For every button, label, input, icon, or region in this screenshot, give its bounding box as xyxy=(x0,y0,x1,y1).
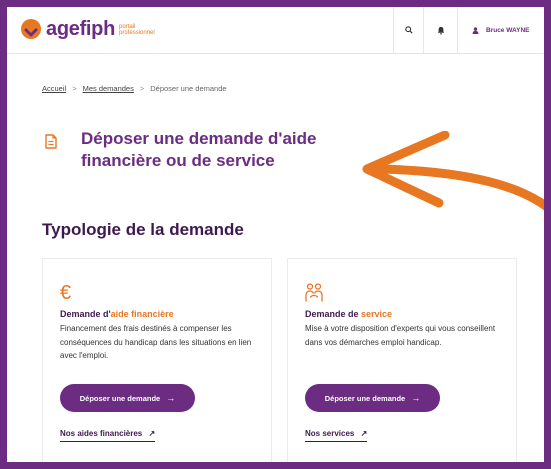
breadcrumb: Accueil > Mes demandes > Déposer une dem… xyxy=(42,84,227,93)
arrow-right-icon: → xyxy=(166,393,176,403)
cta-label: Déposer une demande xyxy=(79,393,161,403)
financial-aid-card: € Demande d'aide financière Financement … xyxy=(42,258,272,462)
link-label: Nos aides financières xyxy=(60,429,143,438)
app-frame: agefiph portail professionnel Bruce WAYN… xyxy=(7,7,544,462)
page-title: Déposer une demande d'aide financière ou… xyxy=(81,128,371,172)
euro-icon: € xyxy=(60,282,72,304)
financial-aids-link[interactable]: Nos aides financières ↗ xyxy=(60,429,156,442)
document-icon xyxy=(45,134,57,149)
section-title: Typologie de la demande xyxy=(42,220,244,239)
card-description: Financement des frais destinés à compens… xyxy=(60,324,252,360)
user-icon xyxy=(472,26,479,34)
user-name: Bruce WAYNE xyxy=(486,26,530,34)
external-link-icon: ↗ xyxy=(148,429,156,438)
card-description: Mise à votre disposition d'experts qui v… xyxy=(305,324,496,347)
cta-label: Déposer une demande xyxy=(324,393,406,403)
logo-text: agefiph xyxy=(46,18,116,40)
logo-subtitle: portail professionnel xyxy=(119,24,155,37)
user-menu-button[interactable]: Bruce WAYNE xyxy=(457,7,544,53)
search-icon xyxy=(405,26,413,34)
service-card: Demande de service Mise à votre disposit… xyxy=(287,258,517,462)
card-title: Demande de service xyxy=(305,309,392,319)
submit-financial-aid-button[interactable]: Déposer une demande → xyxy=(60,384,195,412)
link-label: Nos services xyxy=(305,429,355,438)
card-title: Demande d'aide financière xyxy=(60,309,174,319)
submit-service-button[interactable]: Déposer une demande → xyxy=(305,384,440,412)
agefiph-logo[interactable]: agefiph portail professionnel xyxy=(21,19,155,39)
breadcrumb-home-link[interactable]: Accueil xyxy=(42,84,66,93)
annotation-arrow-icon xyxy=(362,131,544,211)
services-link[interactable]: Nos services ↗ xyxy=(305,429,368,442)
logo-sub-line1: portail xyxy=(119,23,136,30)
breadcrumb-separator: > xyxy=(139,84,145,93)
logo-sub-line2: professionnel xyxy=(119,30,155,36)
card-title-accent: aide financière xyxy=(110,309,174,319)
breadcrumb-separator: > xyxy=(72,84,77,93)
card-title-accent: service xyxy=(361,309,393,319)
breadcrumb-requests-link[interactable]: Mes demandes xyxy=(83,84,134,93)
external-link-icon: ↗ xyxy=(360,429,368,438)
notifications-button[interactable] xyxy=(423,7,458,53)
page-title-line2: financière ou de service xyxy=(81,151,275,170)
people-icon xyxy=(305,283,323,302)
breadcrumb-current: Déposer une demande xyxy=(150,84,227,93)
bell-icon xyxy=(437,26,445,35)
logo-mark-icon xyxy=(21,19,41,39)
card-title-prefix: Demande de xyxy=(305,309,362,319)
search-button[interactable] xyxy=(393,7,424,53)
top-header: agefiph portail professionnel Bruce WAYN… xyxy=(7,7,544,54)
arrow-right-icon: → xyxy=(411,393,421,403)
card-title-prefix: Demande d' xyxy=(60,309,111,319)
page-title-line1: Déposer une demande d'aide xyxy=(81,129,317,148)
